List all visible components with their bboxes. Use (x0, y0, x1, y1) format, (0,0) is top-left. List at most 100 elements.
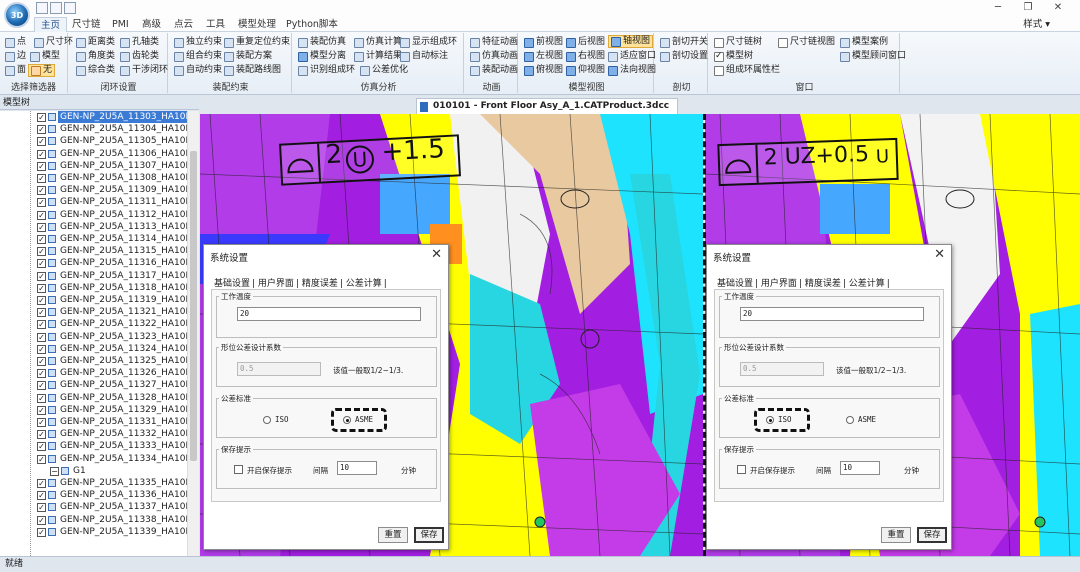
identify-components[interactable]: 识别组成环 (298, 64, 355, 77)
tree-item-checkbox[interactable]: ✓ (37, 430, 46, 440)
close-icon[interactable]: ✕ (431, 247, 442, 262)
tree-item-checkbox[interactable]: ✓ (37, 405, 46, 415)
tree-scroll-thumb[interactable] (190, 151, 197, 461)
sim-calc[interactable]: 仿真计算 (354, 36, 402, 49)
tab-precision-error[interactable]: 精度误差 (302, 279, 338, 289)
tree-item-checkbox[interactable]: ✓ (37, 161, 46, 171)
tree-item-checkbox[interactable]: ✓ (37, 369, 46, 379)
enable-save-prompt-checkbox[interactable] (737, 465, 746, 474)
right-view[interactable]: 右视图 (566, 50, 605, 63)
tree-item-checkbox[interactable]: ✓ (37, 210, 46, 220)
tab-user-interface[interactable]: 用户界面 (258, 279, 294, 289)
interval-input[interactable]: 10 (840, 461, 880, 475)
minimize-icon[interactable]: ─ (986, 1, 1010, 15)
filter-point[interactable]: 点 (5, 36, 26, 49)
loop-gear[interactable]: 齿轮类 (120, 50, 159, 63)
tree-item-checkbox[interactable]: ✓ (37, 393, 46, 403)
tree-item-checkbox[interactable]: ✓ (37, 381, 46, 391)
sim-animation[interactable]: 仿真动画 (470, 50, 518, 63)
left-view[interactable]: 左视图 (524, 50, 563, 63)
auto-constraint[interactable]: 自动约束 (174, 64, 222, 77)
show-components[interactable]: 显示组成环 (400, 36, 457, 49)
work-temp-input[interactable]: 20 (237, 307, 421, 321)
fit-window[interactable]: 适应窗口 (608, 50, 656, 63)
bottom-view[interactable]: 仰视图 (566, 64, 605, 77)
group-constraint[interactable]: 组合约束 (174, 50, 222, 63)
tab-dimension-chain[interactable]: 尺寸链 (66, 17, 107, 32)
loop-interference[interactable]: 干涉闭环 (120, 64, 168, 77)
tree-item-checkbox[interactable]: ✓ (37, 344, 46, 354)
tree-item-checkbox[interactable]: ✓ (37, 174, 46, 183)
tree-item-checkbox[interactable]: ✓ (37, 357, 46, 366)
assembly-animation[interactable]: 装配动画 (470, 64, 518, 77)
tree-item-checkbox[interactable]: ✓ (37, 247, 46, 257)
model-cases[interactable]: 模型案例 (840, 36, 888, 49)
tree-item-checkbox[interactable]: ✓ (37, 149, 46, 159)
close-icon[interactable]: ✕ (1046, 1, 1070, 15)
tab-tools[interactable]: 工具 (200, 17, 231, 32)
axis-view[interactable]: 轴视图 (608, 35, 654, 48)
front-view[interactable]: 前视图 (524, 36, 563, 49)
save-icon[interactable] (36, 2, 48, 14)
model-advisor-window[interactable]: 模型顾问窗口 (840, 50, 906, 63)
tab-tolerance-calc[interactable]: 公差计算 (849, 279, 885, 289)
tree-item-checkbox[interactable]: ✓ (37, 479, 46, 488)
iso-radio[interactable] (263, 416, 271, 424)
tree-item-checkbox[interactable]: ✓ (37, 503, 46, 513)
tree-item-checkbox[interactable]: ✓ (37, 308, 46, 318)
tree-item-checkbox[interactable]: ✓ (37, 222, 46, 232)
tree-item-checkbox[interactable]: ✓ (37, 113, 46, 122)
interval-input[interactable]: 10 (337, 461, 377, 475)
loop-composite[interactable]: 综合类 (76, 64, 115, 77)
enable-save-prompt-checkbox[interactable] (234, 465, 243, 474)
asme-radio[interactable] (846, 416, 854, 424)
tree-item-checkbox[interactable]: ✓ (37, 259, 46, 269)
save-button[interactable]: 保存 (414, 527, 444, 543)
tree-item-checkbox[interactable]: ✓ (37, 137, 46, 147)
tree-item-checkbox[interactable]: ✓ (37, 198, 46, 208)
toggle-model-tree[interactable]: 模型树 (714, 50, 753, 63)
tree-item-checkbox[interactable]: ✓ (37, 125, 46, 135)
tolerance-optimize[interactable]: 公差优化 (360, 64, 408, 77)
tab-precision-error[interactable]: 精度误差 (805, 279, 841, 289)
assembly-sim[interactable]: 装配仿真 (298, 36, 346, 49)
restore-icon[interactable]: ❐ (1016, 1, 1040, 15)
tree-item-checkbox[interactable]: ✓ (37, 235, 46, 244)
toggle-dim-chain-tree[interactable]: 尺寸链树 (714, 36, 762, 49)
filter-face[interactable]: 面 (5, 64, 26, 77)
loop-angle[interactable]: 角度类 (76, 50, 115, 63)
tab-home[interactable]: 主页 (34, 17, 68, 32)
section-settings[interactable]: 剖切设置 (660, 50, 708, 63)
tree-item-checkbox[interactable]: ✓ (37, 454, 46, 464)
calc-result[interactable]: 计算结果 (354, 50, 402, 63)
coef-input[interactable]: 0.5 (740, 362, 824, 376)
close-icon[interactable]: ✕ (934, 247, 945, 262)
tree-item-checkbox[interactable]: ✓ (37, 527, 46, 537)
reset-button[interactable]: 重置 (881, 527, 911, 543)
tab-pmi[interactable]: PMI (106, 17, 135, 32)
tree-item-checkbox[interactable]: ✓ (37, 320, 46, 330)
toggle-component-props[interactable]: 组成环属性栏 (714, 64, 780, 77)
gdt-annotation-right[interactable]: 2 UZ+0.5 U (717, 137, 899, 187)
tab-python-script[interactable]: Python脚本 (280, 17, 344, 32)
feature-animation[interactable]: 特征动画 (470, 36, 518, 49)
toggle-dim-chain-view[interactable]: 尺寸链视图 (778, 36, 835, 49)
tab-user-interface[interactable]: 用户界面 (761, 279, 797, 289)
filter-none[interactable]: 无 (28, 64, 56, 77)
edit-icon[interactable] (64, 2, 76, 14)
independent-constraint[interactable]: 独立约束 (174, 36, 222, 49)
tree-item-checkbox[interactable]: ✓ (37, 442, 46, 452)
normal-view[interactable]: 法向视图 (608, 64, 656, 77)
filter-edge[interactable]: 边 (5, 50, 26, 63)
tab-advanced[interactable]: 高级 (136, 17, 167, 32)
style-menu[interactable]: 样式 ▾ (1023, 17, 1050, 32)
tree-item-checkbox[interactable]: ✓ (37, 186, 46, 196)
open-icon[interactable] (50, 2, 62, 14)
filter-model[interactable]: 模型 (30, 50, 60, 63)
document-tab[interactable]: 010101 - Front Floor Asy_A_1.CATProduct.… (416, 98, 679, 114)
reset-button[interactable]: 重置 (378, 527, 408, 543)
tab-basic-settings[interactable]: 基础设置 (717, 279, 753, 289)
repeat-constraint[interactable]: 重复定位约束 (224, 36, 290, 49)
tree-item-checkbox[interactable]: ✓ (37, 491, 46, 501)
model-separate[interactable]: 模型分离 (298, 50, 346, 63)
